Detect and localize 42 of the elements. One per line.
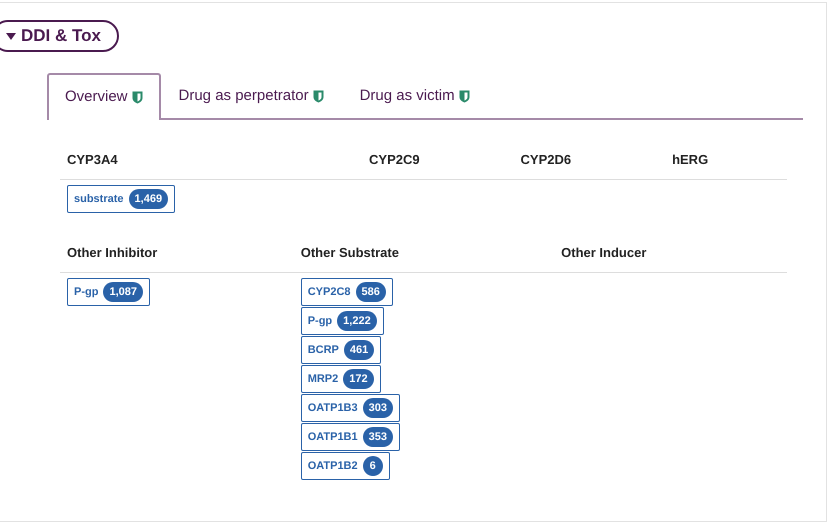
- caret-icon: [6, 32, 16, 40]
- tab[interactable]: Drug as victim: [342, 73, 488, 120]
- tag-button[interactable]: MRP2 172: [300, 365, 381, 393]
- column-heading: CYP3A4: [67, 152, 118, 167]
- shield-icon: [312, 90, 324, 103]
- tag-button[interactable]: OATP1B1 353: [300, 423, 400, 451]
- tag-button[interactable]: P-gp 1,087: [67, 278, 150, 306]
- tag-button[interactable]: BCRP 461: [300, 336, 382, 364]
- count-badge: 172: [343, 368, 374, 390]
- tag-label: OATP1B1: [308, 430, 358, 445]
- tag-button[interactable]: CYP2C8 586: [300, 278, 393, 306]
- count-badge: 353: [362, 426, 393, 448]
- tag-label: P-gp: [308, 314, 332, 329]
- column-heading: Other Inducer: [561, 245, 646, 260]
- tag-button[interactable]: P-gp 1,222: [300, 307, 384, 335]
- tag-label: P-gp: [74, 284, 98, 300]
- tag-button[interactable]: substrate 1,469: [67, 185, 176, 213]
- column-heading: CYP2C9: [369, 152, 420, 167]
- tag-label: substrate: [74, 192, 124, 207]
- tab[interactable]: Drug as perpetrator: [160, 73, 342, 120]
- count-badge: 1,222: [337, 310, 377, 332]
- count-badge: 6: [362, 456, 383, 476]
- count-badge: 1,087: [103, 282, 143, 302]
- count-badge: 303: [362, 398, 393, 418]
- count-badge: 586: [356, 282, 386, 302]
- column-heading: hERG: [672, 152, 708, 167]
- shield-icon: [458, 90, 470, 103]
- section-toggle[interactable]: DDI & Tox: [0, 20, 119, 52]
- tag-label: BCRP: [308, 342, 339, 358]
- tag-button[interactable]: OATP1B2 6: [300, 452, 390, 480]
- shield-icon: [132, 91, 143, 104]
- tag-button[interactable]: OATP1B3 303: [300, 394, 400, 422]
- tag-label: OATP1B2: [308, 458, 358, 474]
- column-heading: CYP2D6: [520, 152, 572, 167]
- column-heading: Other Inhibitor: [67, 245, 158, 260]
- tag-label: OATP1B3: [308, 400, 358, 416]
- tag-label: CYP2C8: [308, 284, 350, 300]
- column-heading: Other Substrate: [300, 245, 399, 260]
- count-badge: 461: [344, 340, 374, 360]
- tag-label: MRP2: [308, 372, 338, 387]
- count-badge: 1,469: [128, 188, 168, 210]
- tab[interactable]: Overview: [47, 73, 161, 120]
